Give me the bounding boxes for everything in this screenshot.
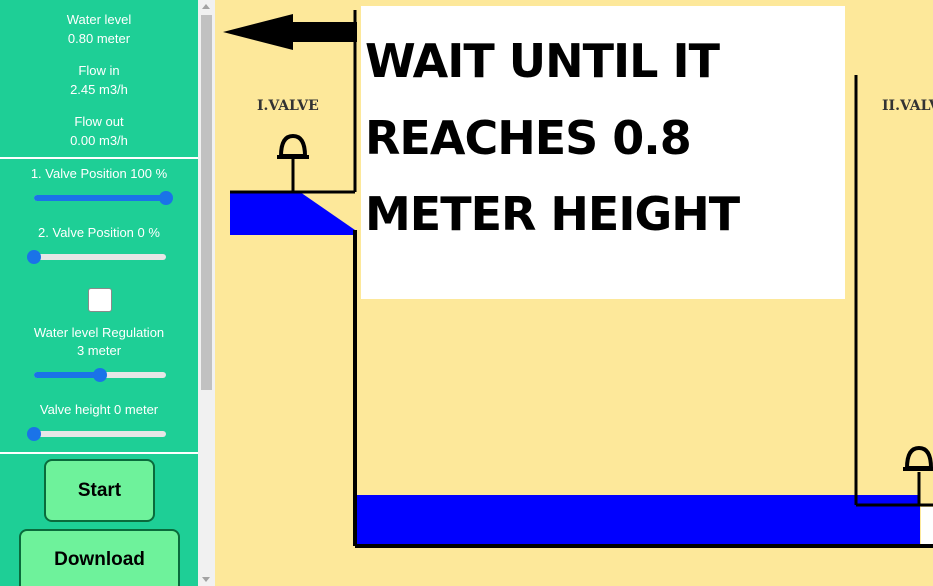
flow-in-value: 2.45 m3/h xyxy=(70,82,128,97)
valve2-icon xyxy=(904,445,933,470)
water-level-regulation-readout: Water level Regulation 3 meter xyxy=(0,324,198,360)
slider-thumb[interactable] xyxy=(27,250,41,264)
slider-thumb[interactable] xyxy=(27,427,41,441)
divider xyxy=(0,452,198,454)
inlet-water-stream xyxy=(230,192,355,235)
outlet-opening xyxy=(921,507,933,544)
notice-line: REACHES 0.8 xyxy=(365,111,692,165)
tank-water xyxy=(355,495,920,545)
arrow-left-icon xyxy=(223,14,357,50)
water-level-value: 0.80 meter xyxy=(67,31,131,46)
slider-thumb[interactable] xyxy=(93,368,107,382)
valve-height-slider[interactable] xyxy=(27,427,166,441)
valve1-position-label: 1. Valve Position 100 % xyxy=(30,166,168,181)
flow-out-value: 0.00 m3/h xyxy=(70,133,128,148)
regulation-value: 3 meter xyxy=(76,343,122,358)
flow-in-label: Flow in xyxy=(78,63,120,78)
water-level-regulation-slider[interactable] xyxy=(34,368,166,382)
scrollbar-thumb[interactable] xyxy=(201,15,212,390)
regulation-label: Water level Regulation xyxy=(33,325,165,340)
valve1-label: I.VALVE xyxy=(257,98,319,114)
valve1-icon xyxy=(278,133,308,158)
slider-fill xyxy=(34,372,100,378)
download-button[interactable]: Download xyxy=(19,529,180,586)
sidebar-scrollbar[interactable] xyxy=(198,0,215,586)
regulation-checkbox[interactable] xyxy=(88,288,112,312)
slider-fill xyxy=(34,195,166,201)
valve2-label: II.VALVE xyxy=(882,98,933,114)
scroll-up-arrow-icon[interactable] xyxy=(202,4,210,9)
flow-out-readout: Flow out 0.00 m3/h xyxy=(0,112,198,150)
notice-line: METER HEIGHT xyxy=(365,187,740,241)
scroll-down-arrow-icon[interactable] xyxy=(202,577,210,582)
water-level-label: Water level xyxy=(66,12,132,27)
water-level-readout: Water level 0.80 meter xyxy=(0,10,198,48)
notice-line: WAIT UNTIL IT xyxy=(365,34,720,88)
flow-out-label: Flow out xyxy=(74,114,124,129)
divider xyxy=(0,157,198,159)
control-sidebar: Water level 0.80 meter Flow in 2.45 m3/h… xyxy=(0,0,198,586)
valve2-position-slider[interactable] xyxy=(27,250,166,264)
valve1-position-slider[interactable] xyxy=(34,191,173,205)
valve2-position-label: 2. Valve Position 0 % xyxy=(38,225,160,240)
valve-height-label: Valve height 0 meter xyxy=(39,402,159,417)
slider-thumb[interactable] xyxy=(159,191,173,205)
instruction-notice: WAIT UNTIL IT REACHES 0.8 METER HEIGHT xyxy=(361,6,845,299)
start-button[interactable]: Start xyxy=(44,459,155,522)
tank-simulation-canvas: I.VALVE II.VALVE WAIT UNTIL IT REACHES 0… xyxy=(215,0,933,586)
flow-in-readout: Flow in 2.45 m3/h xyxy=(0,61,198,99)
